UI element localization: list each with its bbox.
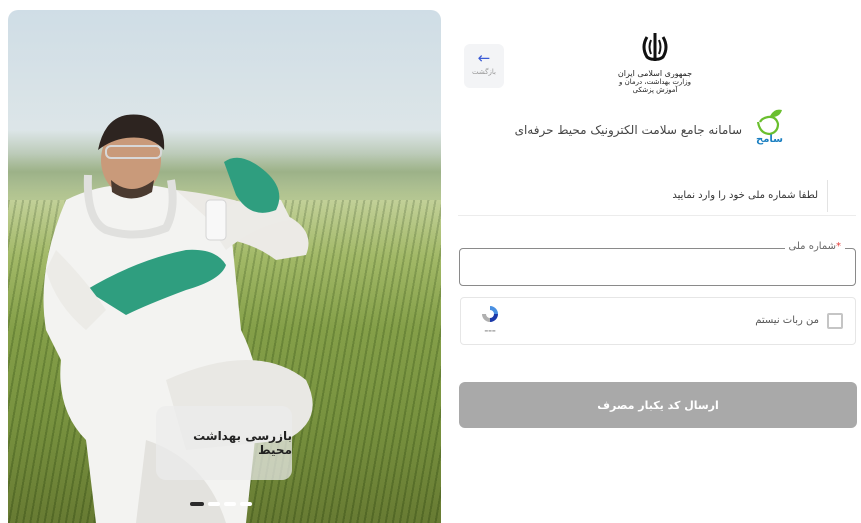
emblem-line-2: وزارت بهداشت، درمان و آموزش پزشکی: [618, 78, 692, 94]
recaptcha-checkbox[interactable]: [827, 313, 843, 329]
recaptcha-label: من ربات نیستم: [755, 315, 819, 326]
back-button[interactable]: ← بازگشت: [464, 44, 504, 88]
login-tab-header: لطفا شماره ملی خود را وارد نمایید: [458, 176, 856, 216]
national-id-label: *شماره ملی: [784, 241, 845, 252]
brand-header: سامانه جامع سلامت الکترونیک محیط حرفه‌ای…: [515, 108, 790, 154]
send-otp-button[interactable]: ارسال کد یکبار مصرف: [459, 382, 857, 428]
required-mark: *: [836, 241, 841, 252]
recaptcha-icon: [482, 306, 498, 322]
samah-logo: سامح: [748, 108, 788, 154]
slide-dot-active[interactable]: [190, 502, 204, 506]
recaptcha-widget: من ربات نیستم ▬▬▬: [460, 297, 856, 345]
slide-indicators: [190, 502, 252, 506]
slide-dot[interactable]: [208, 502, 220, 506]
tab-indicator: [827, 180, 828, 212]
slide-caption: بازرسی بهداشت محیط: [156, 406, 292, 480]
emblem-line-1: جمهوری اسلامی ایران: [617, 69, 693, 78]
divider: [458, 215, 856, 216]
logo-text: سامح: [756, 134, 783, 145]
national-id-label-text: شماره ملی: [788, 241, 836, 252]
back-button-label: بازگشت: [472, 68, 496, 76]
recaptcha-logo: ▬▬▬: [473, 304, 507, 340]
slide-dot[interactable]: [240, 502, 252, 506]
national-id-input[interactable]: [460, 249, 855, 285]
hero-image-panel: بازرسی بهداشت محیط: [8, 10, 441, 523]
iran-emblem-icon: [642, 33, 668, 61]
national-id-field[interactable]: *شماره ملی: [459, 241, 856, 286]
slide-dot[interactable]: [224, 502, 236, 506]
system-title: سامانه جامع سلامت الکترونیک محیط حرفه‌ای: [514, 123, 742, 137]
ministry-emblem: جمهوری اسلامی ایران وزارت بهداشت، درمان …: [610, 30, 700, 104]
tab-instruction: لطفا شماره ملی خود را وارد نمایید: [672, 190, 818, 201]
arrow-left-icon: ←: [477, 49, 491, 67]
recaptcha-fine-print: ▬▬▬: [484, 328, 496, 333]
